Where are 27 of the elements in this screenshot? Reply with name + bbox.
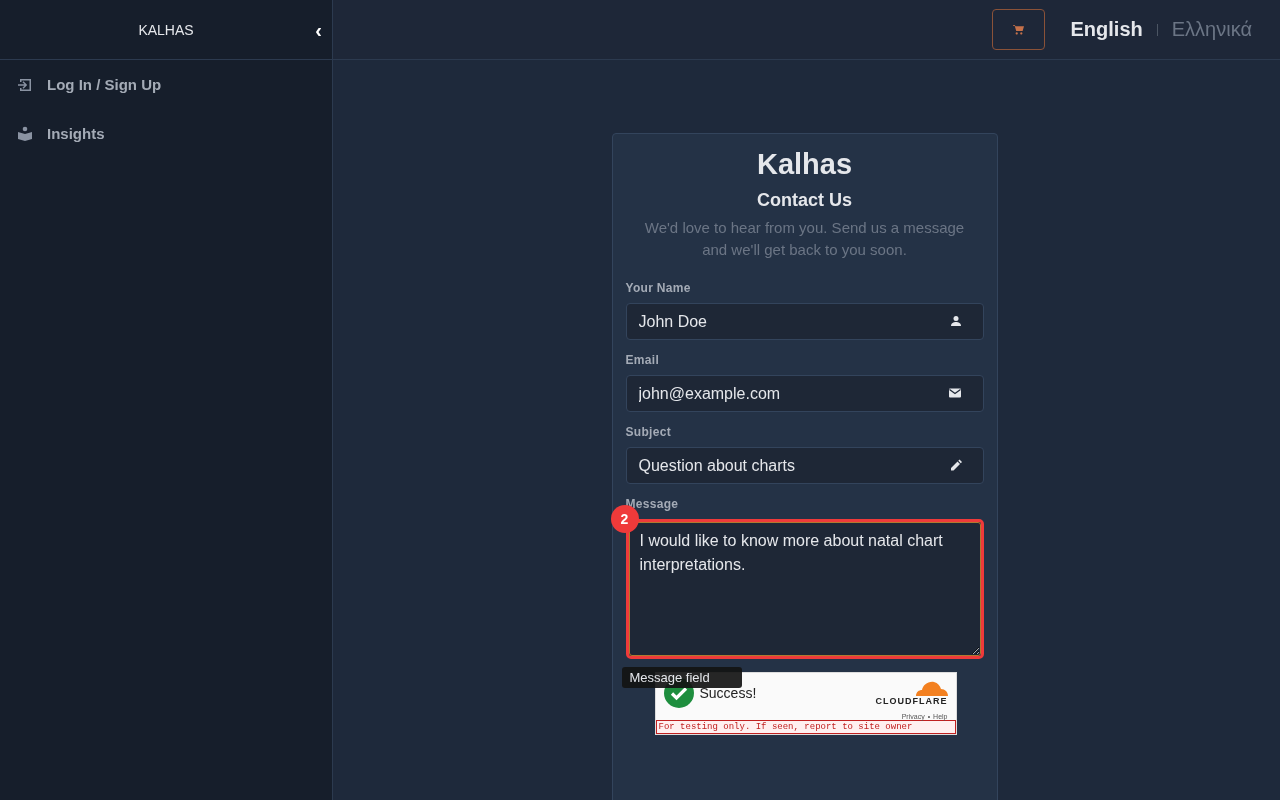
form-title: Kalhas [755,147,854,182]
captcha-status: Success! [699,685,757,701]
book-icon [17,125,33,142]
tooltip: Message field [621,667,742,688]
input-field[interactable]: John Doe [625,303,984,340]
pencil-icon [949,459,962,471]
brand-text: CLOUDFLARE [875,696,948,706]
field-label: Your Name [625,281,692,295]
form-heading: Contact Us [756,190,853,211]
input-field[interactable]: john@example.com [625,375,984,412]
mail-icon [947,387,962,399]
input-field[interactable]: Question about charts [625,447,984,484]
person-icon [949,315,962,327]
field-label: Message [625,497,680,511]
language-link[interactable]: English [1070,18,1143,41]
cart-icon [1012,24,1024,35]
brand-name: KALHAS [138,21,194,38]
collapse-button[interactable]: ‹ [313,20,324,40]
field-label: Subject [625,425,672,439]
cart-button[interactable] [991,9,1045,50]
intro-text: We'd love to hear from you. Send us a message and we'll get back to you soon. [643,218,966,260]
sidebar-item[interactable]: Insights [0,109,332,158]
field-label: Email [625,353,660,367]
message-field[interactable]: I would like to know more about natal chart interpretations. [628,522,981,656]
warning-text: For testing only. If seen, report to site owner [655,720,956,734]
login-icon [17,76,33,93]
sidebar-item[interactable]: Log In / Sign Up [0,60,332,109]
